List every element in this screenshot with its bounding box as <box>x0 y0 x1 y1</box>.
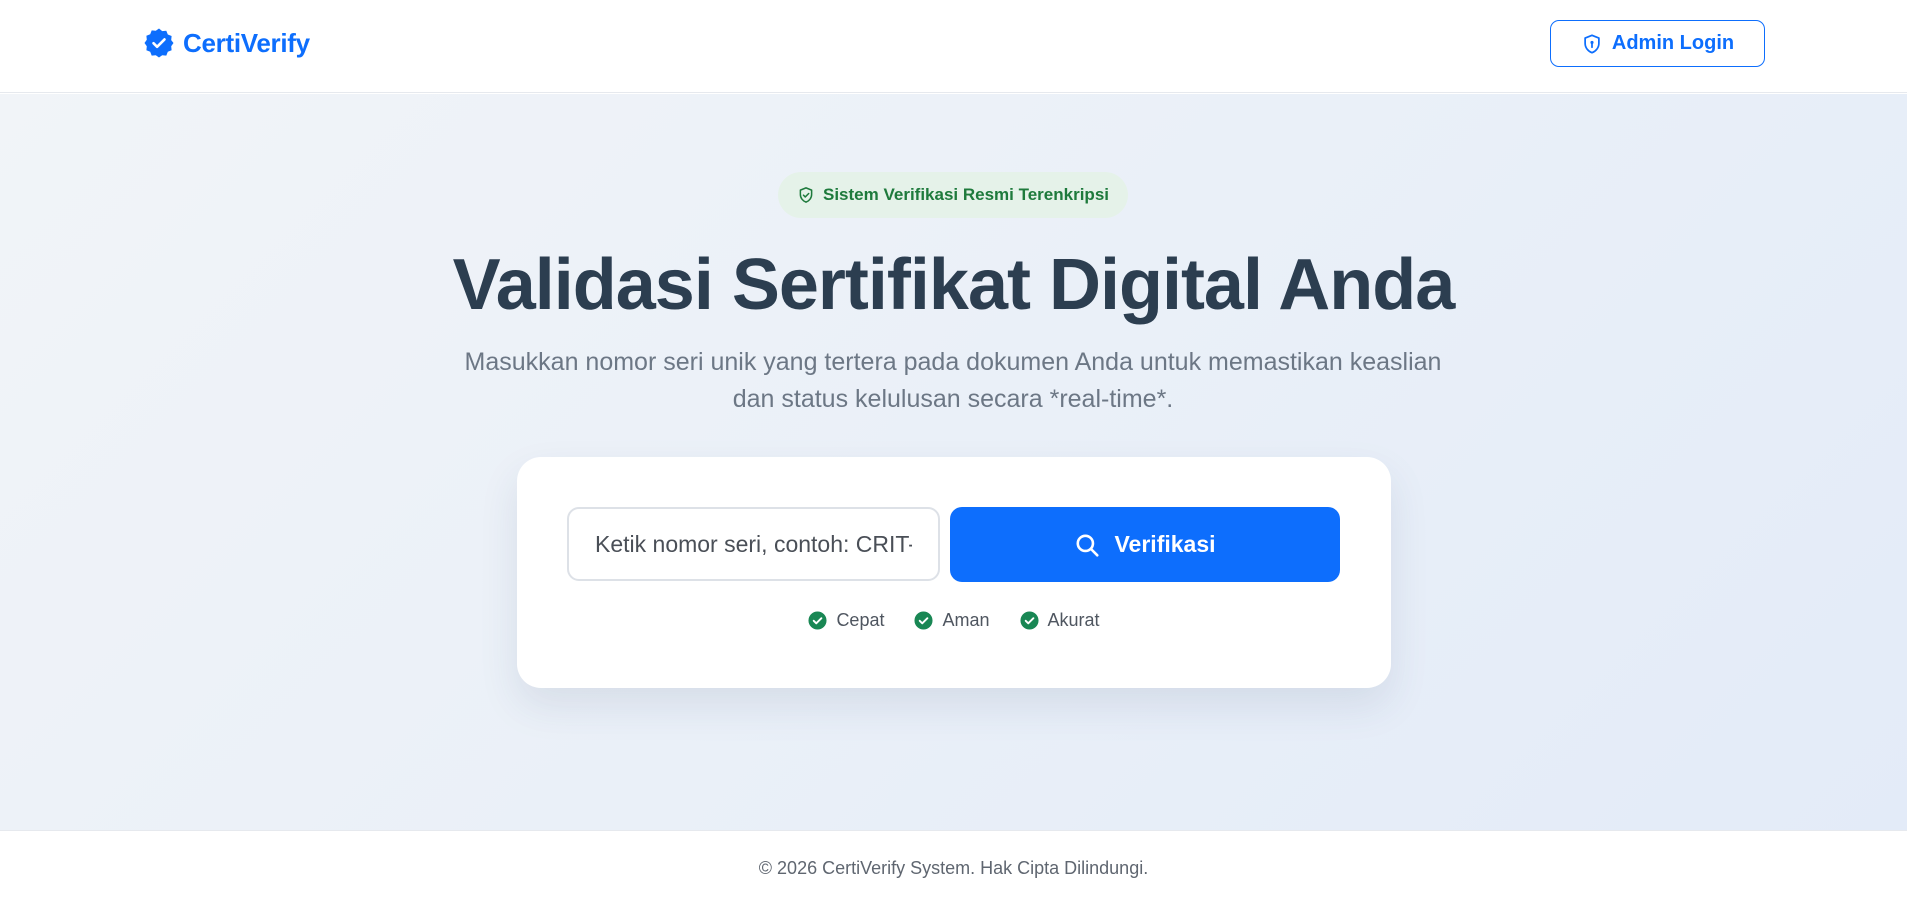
shield-icon <box>1584 33 1600 54</box>
feature-item-aman: Aman <box>914 607 990 633</box>
brand-logo[interactable]: CertiVerify <box>143 26 310 60</box>
feature-label: Cepat <box>836 609 885 630</box>
admin-login-label: Admin Login <box>1611 32 1735 54</box>
feature-list: Cepat Aman Akurat <box>517 607 1391 633</box>
serial-number-input[interactable] <box>567 507 940 581</box>
verify-button-label: Verifikasi <box>1114 531 1216 557</box>
admin-login-button[interactable]: Admin Login <box>1550 20 1765 67</box>
feature-item-akurat: Akurat <box>1019 607 1100 633</box>
security-badge: Sistem Verifikasi Resmi Terenkripsi <box>778 172 1128 218</box>
brand-name: CertiVerify <box>183 27 310 58</box>
verify-button[interactable]: Verifikasi <box>950 507 1340 582</box>
feature-label: Akurat <box>1047 609 1100 630</box>
verification-card: Verifikasi Cepat Aman <box>517 457 1391 688</box>
check-circle-icon <box>1019 610 1039 630</box>
search-icon <box>1076 533 1100 557</box>
hero-section: Sistem Verifikasi Resmi Terenkripsi Vali… <box>0 94 1907 830</box>
shield-check-icon <box>799 187 813 203</box>
verified-badge-icon <box>144 28 174 58</box>
page-title: Validasi Sertifikat Digital Anda <box>452 245 1456 325</box>
page-footer: © 2026 CertiVerify System. Hak Cipta Dil… <box>0 830 1907 898</box>
check-circle-icon <box>808 610 827 630</box>
copyright-text: © 2026 CertiVerify System. Hak Cipta Dil… <box>758 858 1149 878</box>
feature-item-cepat: Cepat <box>808 607 884 633</box>
security-badge-label: Sistem Verifikasi Resmi Terenkripsi <box>823 185 1109 204</box>
feature-label: Aman <box>942 609 990 630</box>
check-circle-icon <box>914 610 934 630</box>
page-subtitle: Masukkan nomor seri unik yang tertera pa… <box>464 348 1442 413</box>
top-navbar: CertiVerify Admin Login <box>0 0 1907 93</box>
